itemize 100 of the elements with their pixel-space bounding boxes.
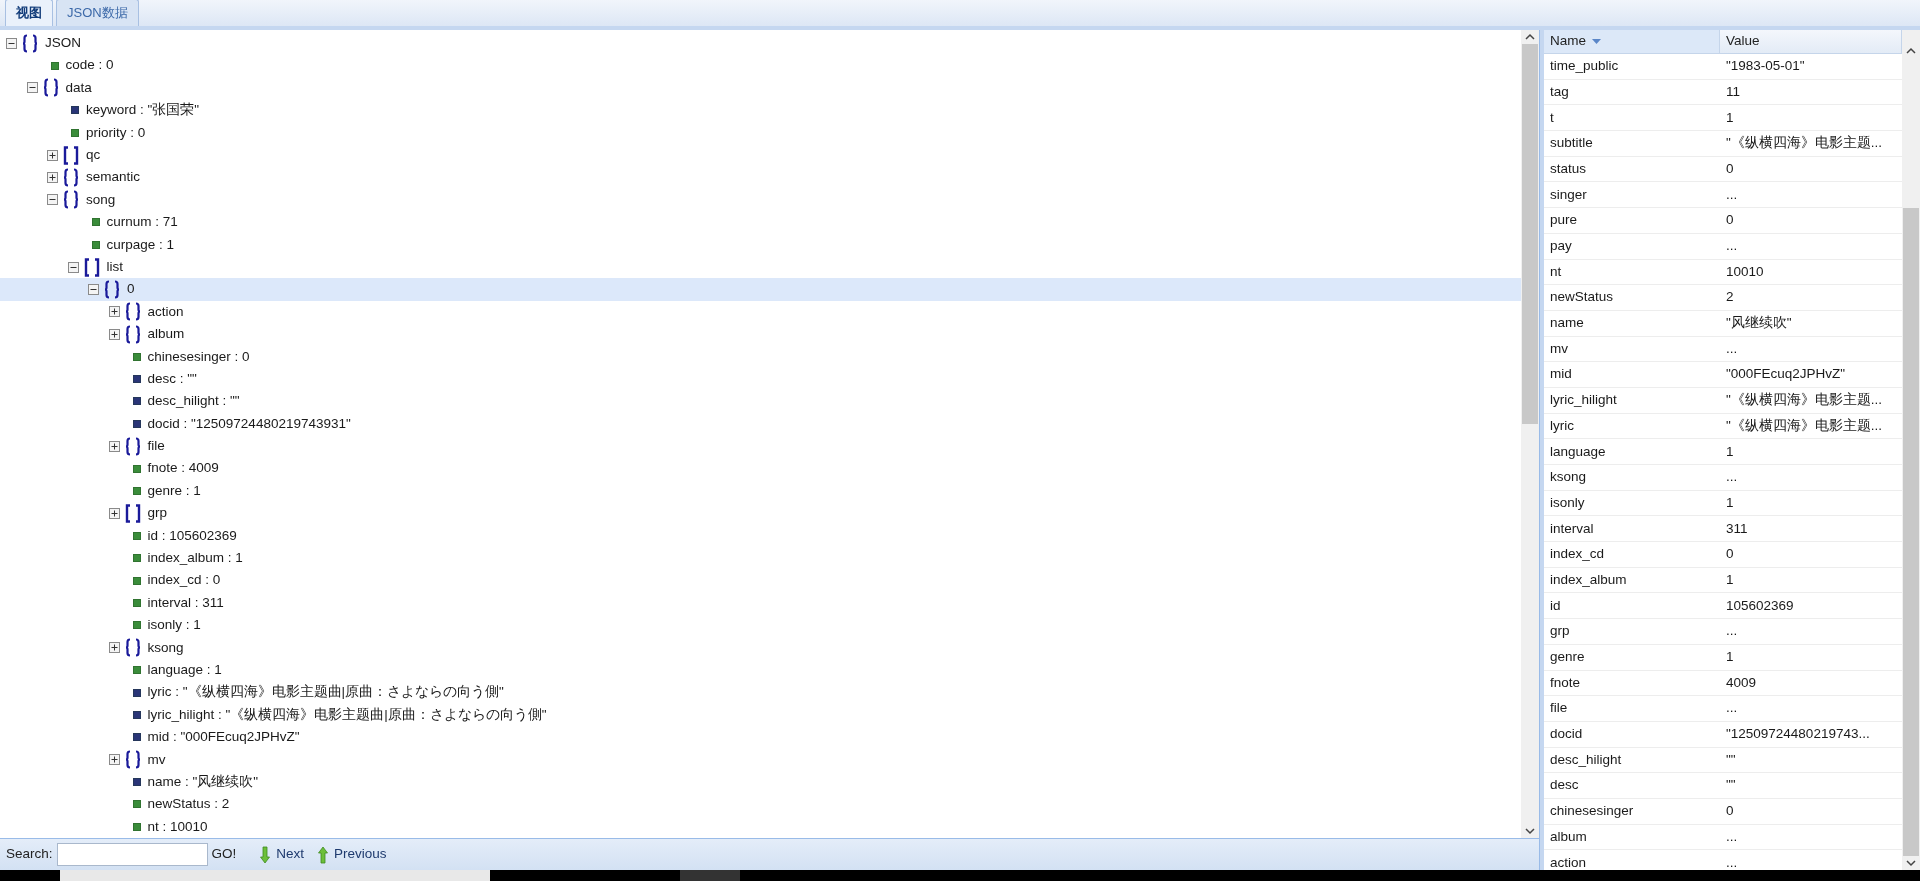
tree-row[interactable]: data bbox=[0, 76, 1521, 100]
tree-row[interactable]: ksong bbox=[0, 636, 1521, 659]
tree-row[interactable]: interval : 311 bbox=[0, 591, 1521, 615]
table-row[interactable]: file ... bbox=[1544, 696, 1902, 722]
search-field[interactable] bbox=[56, 843, 208, 866]
tree-scrollbar[interactable] bbox=[1521, 30, 1539, 838]
table-row[interactable]: t 1 bbox=[1544, 105, 1902, 132]
table-row[interactable]: index_cd 0 bbox=[1544, 542, 1902, 568]
table-row[interactable]: pure 0 bbox=[1544, 208, 1902, 234]
table-row[interactable]: id 105602369 bbox=[1544, 593, 1902, 620]
tree-row[interactable]: curnum : 71 bbox=[0, 211, 1521, 234]
expand-icon[interactable] bbox=[108, 306, 120, 318]
table-row[interactable]: chinesesinger 0 bbox=[1544, 798, 1902, 825]
tree-row[interactable]: JSON bbox=[0, 32, 1521, 55]
tree-row[interactable]: desc : "" bbox=[0, 367, 1521, 391]
tree-row[interactable]: code : 0 bbox=[0, 54, 1521, 77]
property-name: isonly bbox=[1549, 493, 1586, 512]
scrollbar-thumb[interactable] bbox=[1903, 208, 1919, 856]
node-label: JSON bbox=[45, 34, 81, 53]
node-label: file bbox=[147, 437, 165, 456]
table-row[interactable]: isonly 1 bbox=[1544, 490, 1902, 517]
tree-row[interactable]: isonly : 1 bbox=[0, 614, 1521, 637]
tab[interactable]: JSON数据 bbox=[56, 0, 139, 26]
tree-row[interactable]: index_cd : 0 bbox=[0, 569, 1521, 592]
number-node-icon bbox=[50, 61, 59, 70]
table-row[interactable]: index_album 1 bbox=[1544, 567, 1902, 594]
number-node-icon bbox=[132, 352, 141, 361]
expand-icon[interactable] bbox=[108, 507, 120, 519]
collapse-icon[interactable] bbox=[47, 194, 58, 206]
table-row[interactable]: tag 11 bbox=[1544, 79, 1902, 106]
tree-row[interactable]: name : "风继续吹" bbox=[0, 770, 1521, 794]
collapse-icon[interactable] bbox=[26, 82, 38, 94]
collapse-icon[interactable] bbox=[67, 261, 79, 273]
tree-row[interactable]: list bbox=[0, 255, 1521, 279]
tree-row[interactable]: language : 1 bbox=[0, 658, 1521, 682]
tree-row[interactable]: mid : "000FEcuq2JPHvZ" bbox=[0, 726, 1521, 749]
table-row[interactable]: name "风继续吹" bbox=[1544, 310, 1902, 337]
tree-row[interactable]: lyric_hilight : "《纵横四海》电影主题曲|原曲：さよならの向う側" bbox=[0, 703, 1521, 727]
table-row[interactable]: language 1 bbox=[1544, 439, 1902, 465]
tab[interactable]: 视图 bbox=[5, 0, 53, 26]
tree-row[interactable]: desc_hilight : "" bbox=[0, 390, 1521, 413]
table-row[interactable]: singer ... bbox=[1544, 182, 1902, 209]
tree-row[interactable]: song bbox=[0, 188, 1521, 212]
table-row[interactable]: newStatus 2 bbox=[1544, 285, 1902, 311]
table-row[interactable]: fnote 4009 bbox=[1544, 670, 1902, 697]
tree-row[interactable]: 0 bbox=[0, 278, 1521, 301]
search-label: Search: bbox=[6, 845, 53, 864]
table-row[interactable]: pay ... bbox=[1544, 233, 1902, 260]
table-row[interactable]: lyric "《纵横四海》电影主题... bbox=[1544, 413, 1902, 440]
tree-row[interactable]: semantic bbox=[0, 166, 1521, 189]
collapse-icon[interactable] bbox=[6, 37, 17, 49]
expand-icon[interactable] bbox=[108, 440, 120, 452]
scrollbar-thumb[interactable] bbox=[1522, 44, 1538, 424]
previous-button[interactable]: Previous bbox=[318, 844, 387, 865]
property-value: ... bbox=[1725, 185, 1739, 204]
expand-icon[interactable] bbox=[47, 172, 58, 184]
tree-row[interactable]: curpage : 1 bbox=[0, 233, 1521, 256]
tree-row[interactable]: keyword : "张国荣" bbox=[0, 99, 1521, 122]
table-row[interactable]: desc_hilight "" bbox=[1544, 747, 1902, 774]
expand-icon[interactable] bbox=[108, 328, 120, 340]
table-row[interactable]: nt 10010 bbox=[1544, 259, 1902, 286]
tree-row[interactable]: action bbox=[0, 300, 1521, 324]
expand-icon[interactable] bbox=[47, 149, 58, 161]
tree-row[interactable]: id : 105602369 bbox=[0, 524, 1521, 547]
column-header[interactable]: Name bbox=[1544, 30, 1720, 53]
tree-row[interactable]: index_album : 1 bbox=[0, 547, 1521, 570]
table-row[interactable]: status 0 bbox=[1544, 156, 1902, 183]
tree-row[interactable]: mv bbox=[0, 748, 1521, 771]
tree-row[interactable]: nt : 10010 bbox=[0, 815, 1521, 838]
tree-row[interactable]: album bbox=[0, 323, 1521, 346]
table-row[interactable]: docid "12509724480219743... bbox=[1544, 721, 1902, 748]
string-node-icon bbox=[132, 397, 141, 406]
table-row[interactable]: lyric_hilight "《纵横四海》电影主题... bbox=[1544, 387, 1902, 414]
node-label: mid : "000FEcuq2JPHvZ" bbox=[147, 728, 300, 747]
tree-row[interactable]: chinesesinger : 0 bbox=[0, 345, 1521, 368]
table-row[interactable]: subtitle "《纵横四海》电影主题... bbox=[1544, 131, 1902, 157]
tree-row[interactable]: newStatus : 2 bbox=[0, 793, 1521, 816]
next-button[interactable]: Next bbox=[260, 844, 305, 865]
table-scrollbar[interactable] bbox=[1902, 30, 1920, 870]
tree-row[interactable]: genre : 1 bbox=[0, 479, 1521, 503]
collapse-icon[interactable] bbox=[88, 284, 99, 295]
table-row[interactable]: ksong ... bbox=[1544, 465, 1902, 491]
expand-icon[interactable] bbox=[108, 642, 120, 654]
table-row[interactable]: album ... bbox=[1544, 824, 1902, 851]
table-row[interactable]: genre 1 bbox=[1544, 644, 1902, 671]
table-row[interactable]: interval 311 bbox=[1544, 516, 1902, 543]
tree-row[interactable]: lyric : "《纵横四海》电影主题曲|原曲：さよならの向う側" bbox=[0, 681, 1521, 704]
table-row[interactable]: mv ... bbox=[1544, 336, 1902, 363]
tree-row[interactable]: priority : 0 bbox=[0, 121, 1521, 144]
table-row[interactable]: desc "" bbox=[1544, 773, 1902, 799]
expand-icon[interactable] bbox=[108, 754, 120, 766]
tree-row[interactable]: docid : "12509724480219743931" bbox=[0, 412, 1521, 436]
go-button[interactable]: GO! bbox=[211, 844, 237, 865]
tree-row[interactable]: qc bbox=[0, 143, 1521, 167]
tree-row[interactable]: fnote : 4009 bbox=[0, 457, 1521, 480]
tree-row[interactable]: grp bbox=[0, 502, 1521, 525]
table-row[interactable]: mid "000FEcuq2JPHvZ" bbox=[1544, 362, 1902, 388]
table-row[interactable]: time_public "1983-05-01" bbox=[1544, 54, 1902, 80]
table-row[interactable]: grp ... bbox=[1544, 619, 1902, 645]
tree-row[interactable]: file bbox=[0, 435, 1521, 458]
